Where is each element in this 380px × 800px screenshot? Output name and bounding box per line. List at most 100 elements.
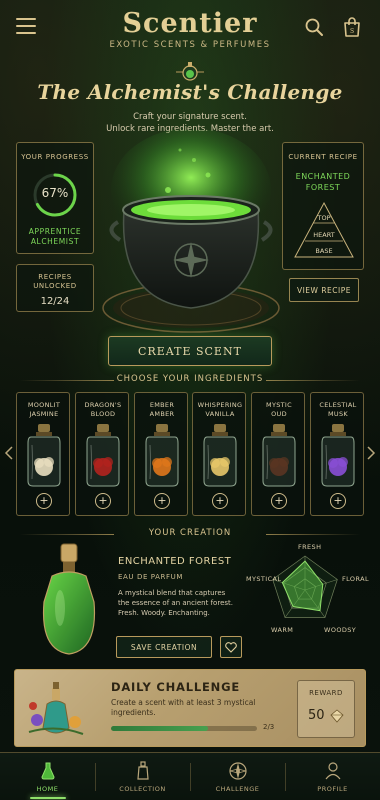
ingredient-jar-icon: [27, 424, 61, 487]
favorite-button[interactable]: [220, 636, 242, 658]
create-scent-button[interactable]: CREATE SCENT: [108, 336, 272, 366]
radar-label-mystical: MYSTICAL: [246, 575, 282, 583]
radar-label-warm: WARM: [271, 626, 294, 634]
nav-label: HOME: [36, 785, 59, 793]
ingredient-name: CELESTIAL MUSK: [311, 401, 365, 419]
ingredient-name-line: WHISPERING: [197, 401, 243, 409]
creation-type: EAU DE PARFUM: [118, 573, 184, 581]
current-recipe-panel: CURRENT RECIPE ENCHANTED FOREST TOP HEAR…: [282, 142, 364, 270]
ingredient-list: MOONLIT JASMINE + DRAGON'S BLOOD + EMBER AMBER +…: [16, 392, 364, 516]
progress-label: YOUR PROGRESS: [21, 153, 89, 161]
reward-box: REWARD 50: [297, 680, 355, 738]
recipe-name: ENCHANTED FOREST: [283, 171, 363, 193]
ingredient-card[interactable]: MYSTIC OUD +: [251, 392, 305, 516]
ingredient-name: DRAGON'S BLOOD: [76, 401, 130, 419]
chevron-left-icon[interactable]: [4, 446, 14, 460]
gem-icon: [330, 709, 344, 723]
ingredient-card[interactable]: CELESTIAL MUSK +: [310, 392, 364, 516]
shopping-bag-icon[interactable]: S: [342, 16, 362, 38]
recipe-name-line: FOREST: [305, 183, 341, 192]
creation-heading: YOUR CREATION: [0, 528, 380, 538]
ingredient-name-line: DRAGON'S: [84, 401, 122, 409]
heart-icon: [225, 641, 237, 653]
ingredient-name-line: MOONLIT: [27, 401, 61, 409]
add-ingredient-icon[interactable]: +: [271, 493, 287, 509]
chevron-right-icon[interactable]: [366, 446, 376, 460]
radar-label-fresh: FRESH: [298, 543, 322, 551]
current-recipe-label: CURRENT RECIPE: [288, 153, 358, 161]
search-icon[interactable]: [304, 17, 324, 37]
ingredient-name-line: MYSTIC: [266, 401, 292, 409]
description-line: Fresh. Woody. Enchanting.: [118, 609, 210, 617]
flask-icon: [41, 762, 55, 780]
label-line: RECIPES: [38, 273, 72, 281]
recipes-unlocked-panel: RECIPES UNLOCKED 12/24: [16, 264, 94, 312]
creation-name: ENCHANTED FOREST: [118, 556, 232, 567]
cauldron-illustration: [102, 130, 280, 333]
ingredient-jar-icon: [86, 424, 120, 487]
radar-label-floral: FLORAL: [342, 575, 369, 583]
recipe-name-line: ENCHANTED: [295, 172, 351, 181]
rank-line: APPRENTICE: [28, 227, 82, 236]
svg-text:S: S: [350, 28, 354, 35]
app-screen: Scentier EXOTIC SCENTS & PERFUMES S The …: [0, 0, 380, 800]
recipes-unlocked-label: RECIPES UNLOCKED: [17, 273, 93, 291]
user-icon: [325, 762, 341, 780]
add-ingredient-icon[interactable]: +: [36, 493, 52, 509]
challenge-description-line: ingredients.: [111, 708, 156, 717]
brand-tagline: EXOTIC SCENTS & PERFUMES: [109, 40, 271, 50]
challenge-description: Create a scent with at least 3 mystical …: [111, 698, 281, 718]
add-ingredient-icon[interactable]: +: [330, 493, 346, 509]
add-ingredient-icon[interactable]: +: [95, 493, 111, 509]
challenge-progress-count: 2/3: [263, 723, 275, 731]
ingredient-name-line: BLOOD: [90, 410, 116, 418]
ingredient-card[interactable]: EMBER AMBER +: [134, 392, 188, 516]
nav-challenge[interactable]: CHALLENGE: [190, 753, 285, 800]
ingredient-jar-icon: [321, 424, 355, 487]
ingredient-jar-icon: [262, 424, 296, 487]
app-header: Scentier EXOTIC SCENTS & PERFUMES S: [0, 0, 380, 58]
ingredient-name-line: MUSK: [328, 410, 348, 418]
hero-subtitle-line: Craft your signature scent.: [133, 112, 247, 122]
nav-home[interactable]: HOME: [0, 753, 95, 800]
nav-collection[interactable]: COLLECTION: [95, 753, 190, 800]
add-ingredient-icon[interactable]: +: [154, 493, 170, 509]
bottom-navigation: HOME COLLECTION CHALLENGE PROFILE: [0, 752, 380, 800]
ingredient-name-line: AMBER: [149, 410, 175, 418]
ingredient-card[interactable]: MOONLIT JASMINE +: [16, 392, 70, 516]
ingredient-name-line: EMBER: [149, 401, 175, 409]
recipes-unlocked-value: 12/24: [40, 296, 70, 307]
bottle-icon: [137, 761, 149, 780]
ingredient-name-line: JASMINE: [29, 410, 59, 418]
rank-line: ALCHEMIST: [30, 237, 80, 246]
radar-label-woody: WOODSY: [324, 626, 357, 634]
ingredient-jar-icon: [203, 424, 237, 487]
challenge-title: DAILY CHALLENGE: [111, 680, 240, 694]
ingredient-jar-icon: [145, 424, 179, 487]
creation-panel: ENCHANTED FOREST EAU DE PARFUM A mystica…: [16, 542, 369, 664]
compass-icon: [229, 762, 247, 780]
scent-profile-radar: FRESH FLORAL WOODSY WARM MYSTICAL: [246, 542, 369, 640]
ingredient-name-line: CELESTIAL: [319, 401, 357, 409]
ingredient-card[interactable]: DRAGON'S BLOOD +: [75, 392, 129, 516]
save-creation-button[interactable]: SAVE CREATION: [116, 636, 212, 658]
ingredient-name-line: OUD: [271, 410, 287, 418]
rank-title: APPRENTICE ALCHEMIST: [17, 227, 93, 247]
ingredient-name: MOONLIT JASMINE: [17, 401, 71, 419]
scent-pyramid: TOP HEART BASE: [293, 201, 355, 259]
reward-label: REWARD: [309, 689, 343, 697]
description-line: A mystical blend that captures: [118, 589, 226, 597]
nav-profile[interactable]: PROFILE: [285, 753, 380, 800]
daily-challenge-card[interactable]: DAILY CHALLENGE Create a scent with at l…: [14, 669, 366, 747]
perfume-bottle-illustration: [42, 543, 96, 655]
description-line: the essence of an ancient forest.: [118, 599, 233, 607]
progress-panel: YOUR PROGRESS 67% APPRENTICE ALCHEMIST: [16, 142, 94, 254]
ingredient-card[interactable]: WHISPERING VANILLA +: [192, 392, 246, 516]
view-recipe-button[interactable]: VIEW RECIPE: [289, 278, 359, 302]
potion-bouquet-illustration: [28, 682, 84, 735]
add-ingredient-icon[interactable]: +: [212, 493, 228, 509]
ingredient-name-line: VANILLA: [205, 410, 235, 418]
reward-value: 50: [308, 708, 325, 723]
ingredient-name: MYSTIC OUD: [252, 401, 306, 419]
pyramid-base-note: BASE: [315, 247, 333, 255]
